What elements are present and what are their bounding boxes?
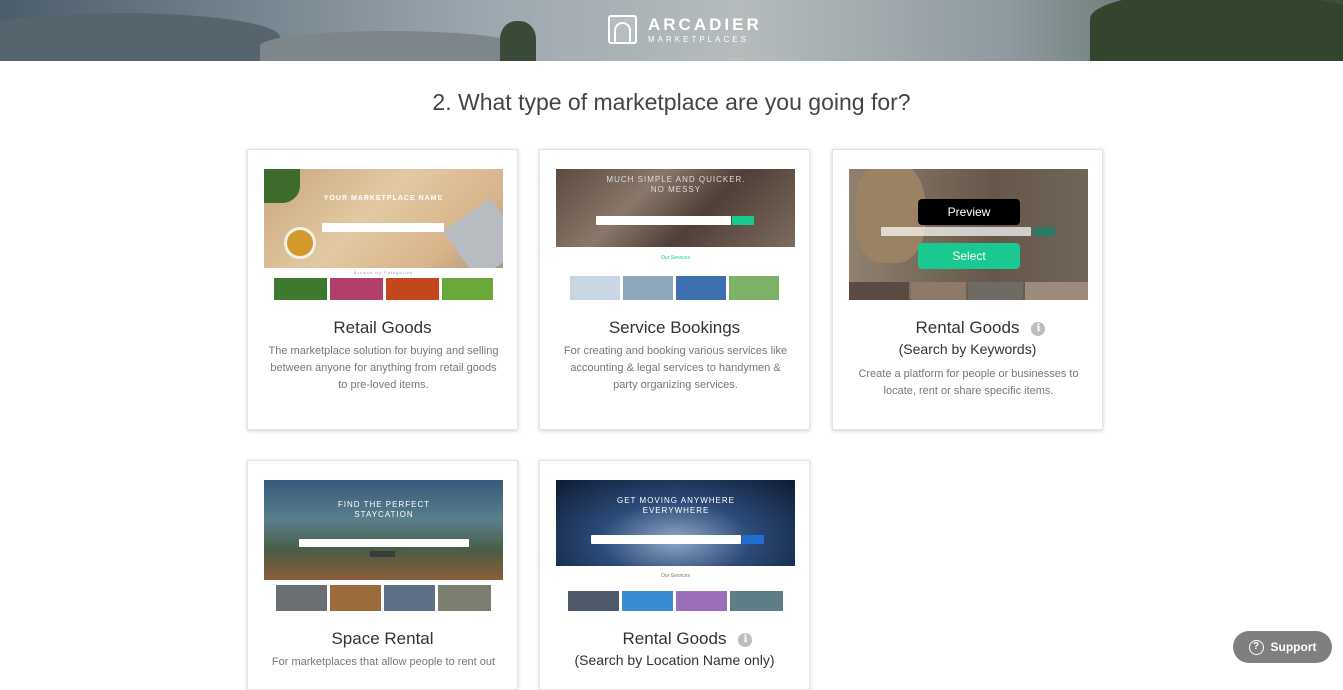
support-label: Support xyxy=(1270,640,1317,654)
marketplace-card-rental-goods-location[interactable]: GET MOVING ANYWHERE EVERYWHERE Our Servi… xyxy=(539,460,810,690)
card-title: Retail Goods xyxy=(333,318,432,337)
support-button[interactable]: ? Support xyxy=(1233,631,1332,663)
arcadier-logo-icon xyxy=(608,15,637,44)
card-title: Space Rental xyxy=(331,629,434,648)
thumb-banner-text: MUCH SIMPLE AND QUICKER. NO MESSY xyxy=(606,175,746,194)
thumb-search-button xyxy=(732,216,754,225)
card-thumbnail: Preview Select xyxy=(849,169,1088,300)
thumb-banner-text: GET MOVING ANYWHERE EVERYWHERE xyxy=(617,496,735,515)
thumb-search-bar xyxy=(322,223,444,232)
card-title: Rental Goods i xyxy=(540,629,809,649)
card-description: The marketplace solution for buying and … xyxy=(268,345,499,391)
preview-button[interactable]: Preview xyxy=(918,199,1020,225)
card-title: Service Bookings xyxy=(608,318,741,337)
thumb-banner-text: YOUR MARKETPLACE NAME xyxy=(323,195,444,202)
help-icon: ? xyxy=(1248,639,1264,655)
thumb-banner xyxy=(556,480,795,566)
thumb-section-text: Our Services xyxy=(661,255,690,261)
tree-center xyxy=(500,21,536,61)
select-button[interactable]: Select xyxy=(918,243,1020,269)
mountain-left xyxy=(0,13,280,61)
card-thumbnail: FIND THE PERFECT STAYCATION xyxy=(264,480,503,611)
card-description: For creating and booking various service… xyxy=(563,345,788,391)
logo-subtitle: MARKETPLACES xyxy=(648,34,749,44)
thumb-search-button xyxy=(742,535,764,544)
marketplace-card-service-bookings[interactable]: MUCH SIMPLE AND QUICKER. NO MESSY Our Se… xyxy=(539,149,810,430)
arcadier-logo[interactable]: ARCADIER MARKETPLACES xyxy=(608,15,762,44)
header-banner: ARCADIER MARKETPLACES xyxy=(0,0,1343,61)
thumb-banner-text: FIND THE PERFECT STAYCATION xyxy=(337,500,431,519)
mountain-center xyxy=(260,31,520,61)
card-description: For marketplaces that allow people to re… xyxy=(271,656,496,668)
thumb-tea-cup xyxy=(284,227,316,259)
thumb-search-bar xyxy=(591,535,741,544)
thumb-category-strip: Browse by Categories xyxy=(264,268,503,300)
thumb-section-text: Our Services xyxy=(661,573,690,579)
marketplace-card-space-rental[interactable]: FIND THE PERFECT STAYCATION Space Rental… xyxy=(247,460,518,690)
info-icon[interactable]: i xyxy=(738,632,753,647)
card-description: Create a platform for people or business… xyxy=(858,368,1079,397)
marketplace-card-retail-goods[interactable]: YOUR MARKETPLACE NAME Browse by Categori… xyxy=(247,149,518,430)
card-thumbnail: YOUR MARKETPLACE NAME Browse by Categori… xyxy=(264,169,503,300)
card-thumbnail: MUCH SIMPLE AND QUICKER. NO MESSY Our Se… xyxy=(556,169,795,300)
thumb-search-bar xyxy=(299,539,469,547)
logo-title: ARCADIER xyxy=(648,14,762,34)
thumb-search-button xyxy=(370,551,395,557)
card-thumbnail: GET MOVING ANYWHERE EVERYWHERE Our Servi… xyxy=(556,480,795,611)
card-subtitle: (Search by Keywords) xyxy=(898,341,1037,357)
tree-line-right xyxy=(1090,0,1343,61)
page-title: 2. What type of marketplace are you goin… xyxy=(432,89,911,115)
thumb-banner xyxy=(264,480,503,580)
card-subtitle: (Search by Location Name only) xyxy=(574,652,775,668)
card-title: Rental Goods i xyxy=(833,318,1102,338)
marketplace-card-rental-goods-keywords[interactable]: Preview Select Rental Goods i (Search by … xyxy=(832,149,1103,430)
thumb-search-button xyxy=(1033,227,1055,236)
info-icon[interactable]: i xyxy=(1031,321,1046,336)
thumb-search-bar xyxy=(881,227,1031,236)
thumb-search-bar xyxy=(596,216,731,225)
